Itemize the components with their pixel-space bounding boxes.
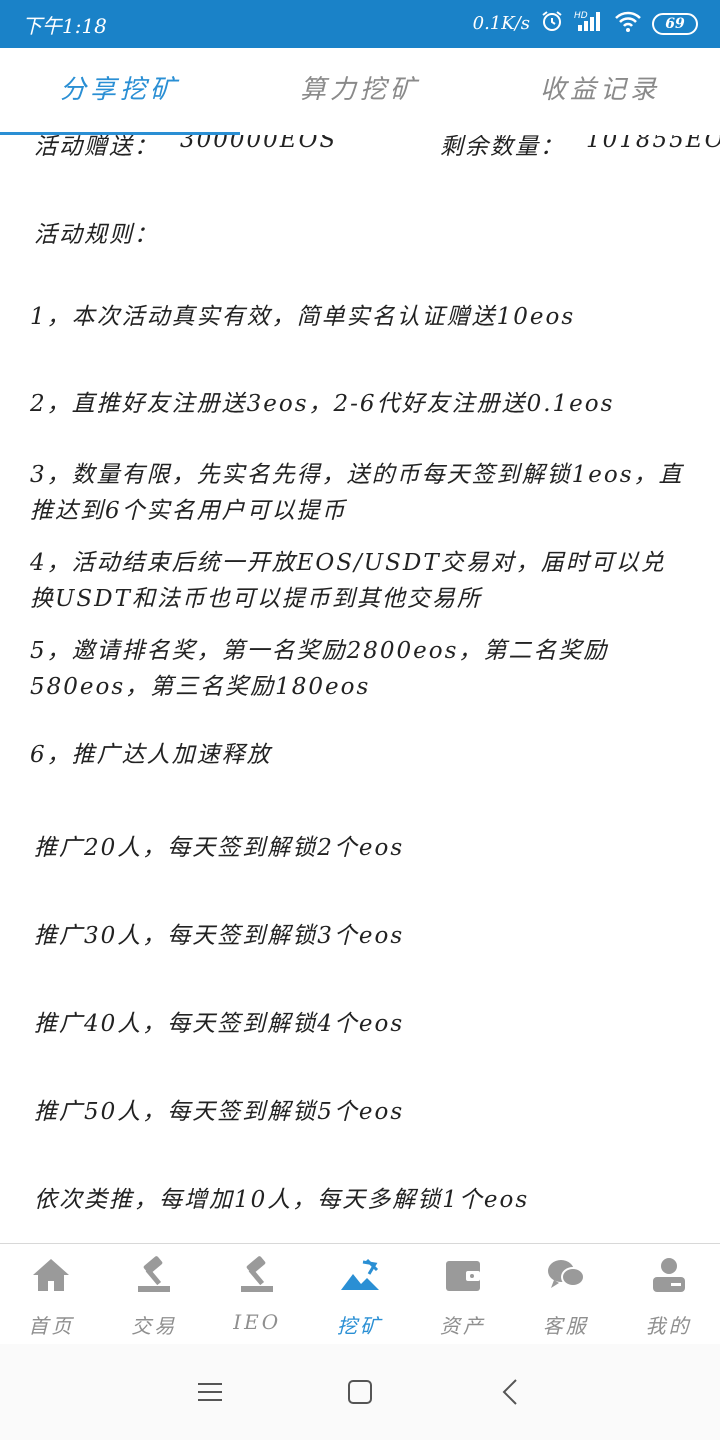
gavel-icon bbox=[133, 1254, 175, 1296]
nav-mining[interactable]: 挖矿 bbox=[309, 1244, 412, 1344]
nav-home[interactable]: 首页 bbox=[0, 1244, 103, 1344]
status-bar: 下午1:18 0.1K/s HD 69 bbox=[0, 0, 720, 48]
rule-item: 2，直推好友注册送3eos，2-6代好友注册送0.1eos bbox=[30, 391, 615, 417]
top-tabs: 分享挖矿 算力挖矿 收益记录 bbox=[0, 48, 720, 134]
nav-label: 资产 bbox=[439, 1314, 486, 1338]
rule-item: 4，活动结束后统一开放EOS/USDT交易对，届时可以兑换USDT和法币也可以提… bbox=[30, 550, 666, 612]
nav-customer-service[interactable]: 客服 bbox=[514, 1244, 617, 1344]
rule-item: 5，邀请排名奖，第一名奖励2800eos，第二名奖励580eos，第三名奖励18… bbox=[30, 638, 609, 700]
network-speed: 0.1K/s bbox=[472, 13, 530, 34]
tab-hashrate-mining[interactable]: 算力挖矿 bbox=[240, 48, 480, 134]
nav-label: 挖矿 bbox=[337, 1314, 383, 1338]
menu-icon[interactable] bbox=[190, 1372, 230, 1412]
promo-item: 推广20人，每天签到解锁2个eos bbox=[34, 835, 405, 861]
remain-label: 剩余数量： bbox=[440, 135, 565, 160]
battery-icon: 69 bbox=[652, 12, 698, 35]
home-square-icon[interactable] bbox=[340, 1372, 380, 1412]
network-type: HD bbox=[574, 11, 588, 21]
remain-value: 101855EOS bbox=[586, 135, 720, 153]
back-icon[interactable] bbox=[490, 1372, 530, 1412]
nav-label: IEO bbox=[233, 1310, 282, 1334]
bottom-nav: 首页 交易 IEO 挖矿 资产 客服 我的 bbox=[0, 1243, 720, 1344]
nav-label: 交易 bbox=[131, 1314, 178, 1338]
gift-value: 300000EOS bbox=[180, 135, 338, 153]
promo-item: 推广50人，每天签到解锁5个eos bbox=[34, 1099, 405, 1125]
rule-item: 6，推广达人加速释放 bbox=[30, 742, 272, 768]
gavel-icon bbox=[236, 1254, 278, 1296]
signal-icon: HD bbox=[574, 9, 604, 38]
status-indicators: 0.1K/s HD 69 bbox=[473, 9, 698, 38]
rule-item: 3，数量有限，先实名先得，送的币每天签到解锁1eos，直推达到6个实名用户可以提… bbox=[30, 462, 684, 524]
nav-label: 首页 bbox=[28, 1314, 75, 1338]
alarm-icon bbox=[540, 9, 564, 38]
wifi-icon bbox=[614, 9, 642, 38]
promo-item: 推广40人，每天签到解锁4个eos bbox=[34, 1011, 405, 1037]
nav-assets[interactable]: 资产 bbox=[411, 1244, 514, 1344]
nav-profile[interactable]: 我的 bbox=[617, 1244, 720, 1344]
rule-item: 1，本次活动真实有效，简单实名认证赠送10eos bbox=[30, 304, 576, 330]
promo-item: 依次类推，每增加10人，每天多解锁1个eos bbox=[34, 1187, 530, 1213]
gift-label: 活动赠送： bbox=[34, 135, 159, 160]
nav-label: 客服 bbox=[542, 1314, 589, 1338]
rules-title: 活动规则： bbox=[34, 222, 159, 248]
home-icon bbox=[30, 1254, 72, 1296]
nav-ieo[interactable]: IEO bbox=[206, 1244, 309, 1344]
wallet-icon bbox=[442, 1254, 484, 1296]
activity-content: 活动赠送： 300000EOS 剩余数量： 101855EOS 活动规则： 1，… bbox=[0, 135, 720, 1243]
promo-item: 推广30人，每天签到解锁3个eos bbox=[34, 923, 405, 949]
system-nav bbox=[0, 1344, 720, 1440]
nav-trade[interactable]: 交易 bbox=[103, 1244, 206, 1344]
user-icon bbox=[648, 1254, 690, 1296]
tab-share-mining[interactable]: 分享挖矿 bbox=[0, 48, 240, 134]
nav-label: 我的 bbox=[645, 1314, 692, 1338]
tab-earnings-record[interactable]: 收益记录 bbox=[480, 48, 720, 134]
mining-icon bbox=[339, 1254, 381, 1296]
status-time: 下午1:18 bbox=[22, 14, 107, 38]
chat-icon bbox=[545, 1254, 587, 1296]
